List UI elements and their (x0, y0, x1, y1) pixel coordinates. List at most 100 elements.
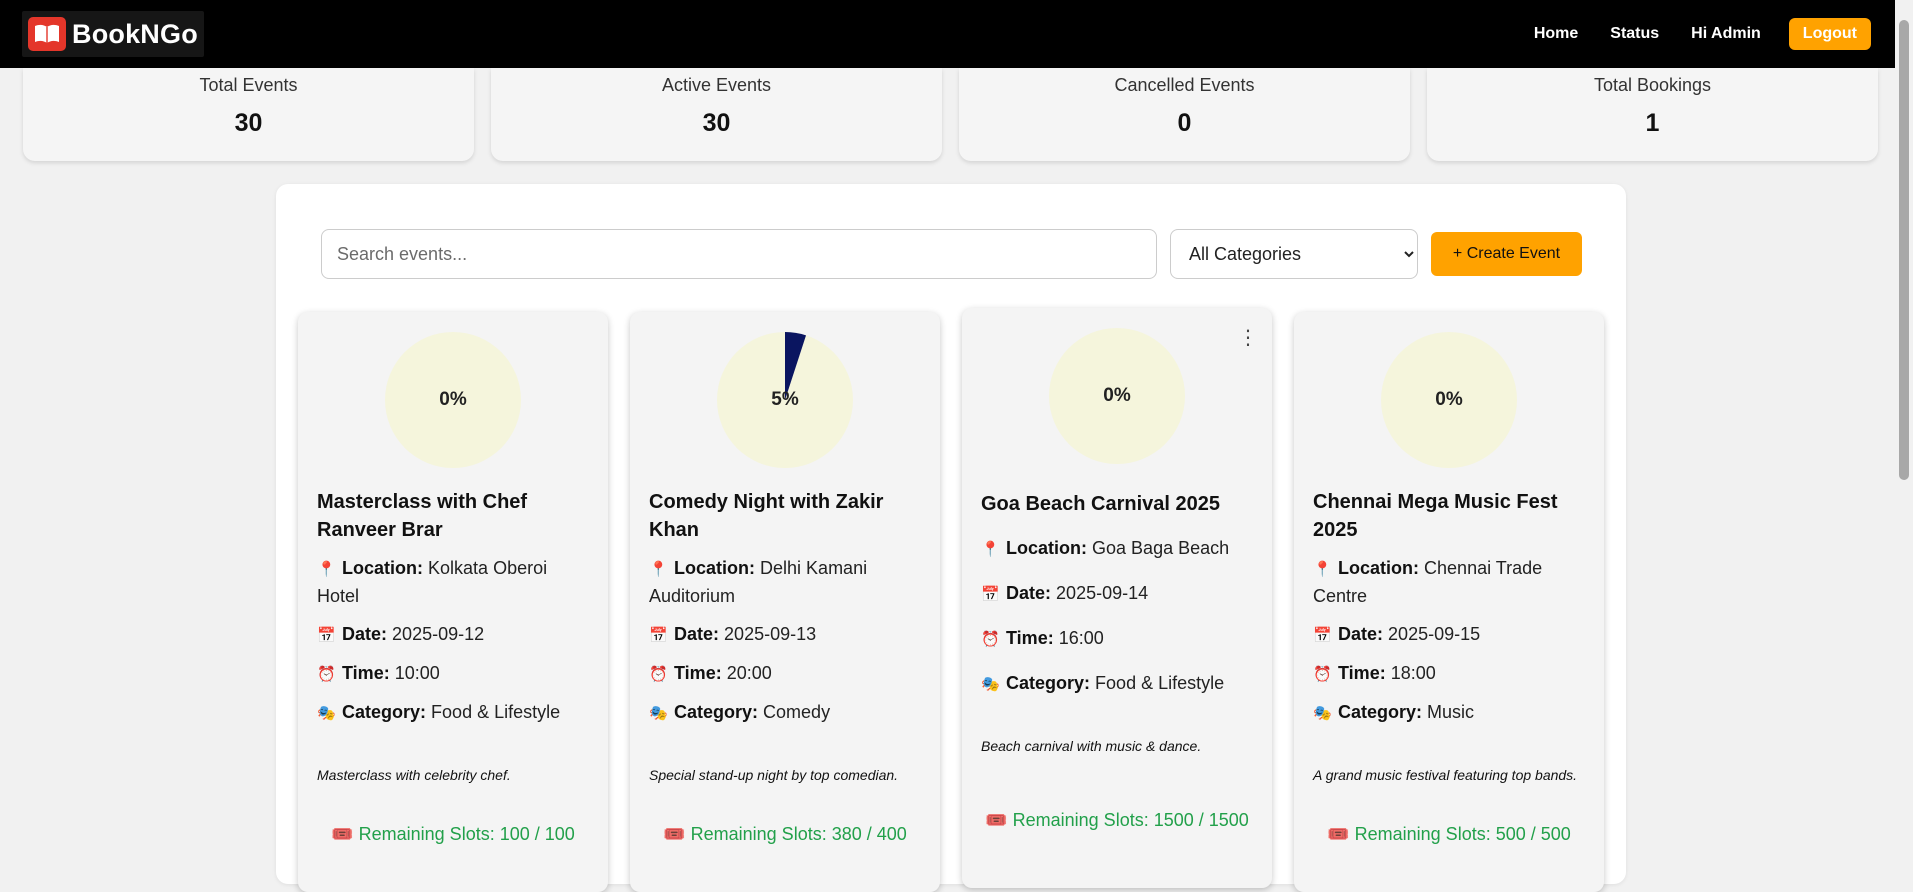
booking-pie-chart: 0% (1381, 332, 1517, 468)
location-label: Location: (674, 558, 756, 578)
open-book-icon (28, 17, 66, 51)
remaining-slots: 🎟️ Remaining Slots: 1500 / 1500 (981, 810, 1253, 831)
category-label: Category: (674, 702, 759, 722)
pie-percent: 0% (1435, 389, 1463, 410)
date-label: Date: (674, 624, 720, 644)
kebab-menu-icon[interactable]: ⋮ (1238, 328, 1258, 348)
stat-card-total-events: Total Events 30 (23, 68, 474, 161)
pie-percent: 0% (439, 389, 467, 410)
date-label: Date: (342, 624, 388, 644)
pushpin-icon: 📍 (317, 561, 336, 578)
alarm-clock-icon: ⏰ (649, 666, 668, 683)
theater-masks-icon: 🎭 (1313, 705, 1332, 722)
scrollbar-thumb[interactable] (1899, 20, 1909, 480)
category-select[interactable]: All Categories (1170, 229, 1418, 279)
stat-card-active-events: Active Events 30 (491, 68, 942, 161)
pushpin-icon: 📍 (981, 541, 1000, 558)
pie-percent: 0% (1103, 385, 1131, 406)
create-event-button[interactable]: + Create Event (1431, 232, 1582, 276)
location-label: Location: (1338, 558, 1420, 578)
calendar-icon: 📅 (981, 586, 1000, 603)
event-category: 🎭 Category: Food & Lifestyle (317, 699, 589, 727)
date-value: 2025-09-12 (392, 624, 485, 644)
stat-label: Active Events (661, 75, 772, 95)
remaining-slots: 🎟️ Remaining Slots: 500 / 500 (1313, 824, 1585, 845)
event-location: 📍 Location: Goa Baga Beach (981, 535, 1253, 563)
time-value: 10:00 (394, 663, 440, 683)
brand-logo-link[interactable]: BookNGo (22, 11, 204, 57)
event-date: 📅 Date: 2025-09-13 (649, 621, 921, 649)
category-value: Food & Lifestyle (1095, 673, 1225, 693)
brand-name: BookNGo (72, 18, 198, 49)
location-value: Goa Baga Beach (1092, 538, 1230, 558)
event-time: ⏰ Time: 10:00 (317, 660, 589, 688)
nav-home-link[interactable]: Home (1534, 25, 1578, 43)
remaining-slots: 🎟️ Remaining Slots: 100 / 100 (317, 824, 589, 845)
ticket-icon: 🎟️ (985, 810, 1008, 830)
event-date: 📅 Date: 2025-09-15 (1313, 621, 1585, 649)
event-description: A grand music festival featuring top ban… (1313, 767, 1578, 783)
event-title: Comedy Night with Zakir Khan (649, 491, 884, 541)
stat-card-total-bookings: Total Bookings 1 (1427, 68, 1878, 161)
event-description: Special stand-up night by top comedian. (649, 767, 899, 783)
logout-button[interactable]: Logout (1788, 18, 1871, 50)
stat-value: 30 (702, 109, 731, 137)
nav-user-greeting[interactable]: Hi Admin (1691, 25, 1761, 43)
slots-text: Remaining Slots: 500 / 500 (1354, 824, 1571, 844)
alarm-clock-icon: ⏰ (1313, 666, 1332, 683)
time-value: 20:00 (726, 663, 772, 683)
search-input[interactable] (321, 229, 1157, 279)
event-date: 📅 Date: 2025-09-12 (317, 621, 589, 649)
location-label: Location: (342, 558, 424, 578)
time-label: Time: (1006, 628, 1054, 648)
time-value: 18:00 (1390, 663, 1436, 683)
location-label: Location: (1006, 538, 1088, 558)
alarm-clock-icon: ⏰ (317, 666, 336, 683)
calendar-icon: 📅 (317, 627, 336, 644)
nav-status-link[interactable]: Status (1610, 25, 1659, 43)
ticket-icon: 🎟️ (331, 824, 354, 844)
remaining-slots: 🎟️ Remaining Slots: 380 / 400 (649, 824, 921, 845)
event-time: ⏰ Time: 16:00 (981, 625, 1253, 653)
theater-masks-icon: 🎭 (649, 705, 668, 722)
time-value: 16:00 (1058, 628, 1104, 648)
event-description: Beach carnival with music & dance. (981, 738, 1202, 754)
date-value: 2025-09-15 (1388, 624, 1481, 644)
category-label: Category: (1338, 702, 1423, 722)
alarm-clock-icon: ⏰ (981, 631, 1000, 648)
date-value: 2025-09-13 (724, 624, 817, 644)
stat-label: Total Events (199, 75, 298, 95)
event-time: ⏰ Time: 18:00 (1313, 660, 1585, 688)
event-card[interactable]: 0% Chennai Mega Music Fest 2025 📍 Locati… (1294, 312, 1604, 892)
ticket-icon: 🎟️ (1327, 824, 1350, 844)
slots-text: Remaining Slots: 100 / 100 (358, 824, 575, 844)
category-label: Category: (1006, 673, 1091, 693)
nav-links: Home Status Hi Admin Logout (1534, 18, 1871, 50)
pushpin-icon: 📍 (649, 561, 668, 578)
stat-value: 30 (234, 109, 263, 137)
navbar: BookNGo Home Status Hi Admin Logout (0, 0, 1895, 68)
event-location: 📍 Location: Kolkata Oberoi Hotel (317, 555, 589, 610)
event-card[interactable]: ⋮ 0% Goa Beach Carnival 2025 📍 Location:… (962, 308, 1272, 888)
slots-text: Remaining Slots: 1500 / 1500 (1012, 810, 1249, 830)
stat-label: Total Bookings (1593, 75, 1712, 95)
page-scrollbar[interactable] (1895, 0, 1913, 863)
event-title: Masterclass with Chef Ranveer Brar (317, 491, 528, 541)
booking-pie-chart: 5% (717, 332, 853, 468)
stat-card-cancelled-events: Cancelled Events 0 (959, 68, 1410, 161)
event-card[interactable]: 5% Comedy Night with Zakir Khan 📍 Locati… (630, 312, 940, 892)
time-label: Time: (1338, 663, 1386, 683)
calendar-icon: 📅 (649, 627, 668, 644)
calendar-icon: 📅 (1313, 627, 1332, 644)
event-location: 📍 Location: Delhi Kamani Auditorium (649, 555, 921, 610)
date-label: Date: (1338, 624, 1384, 644)
event-date: 📅 Date: 2025-09-14 (981, 580, 1253, 608)
pie-percent: 5% (771, 389, 799, 410)
stat-value: 1 (1645, 109, 1660, 137)
stat-label: Cancelled Events (1114, 75, 1255, 95)
event-title: Chennai Mega Music Fest 2025 (1313, 491, 1558, 541)
ticket-icon: 🎟️ (663, 824, 686, 844)
stat-value: 0 (1177, 109, 1192, 137)
pushpin-icon: 📍 (1313, 561, 1332, 578)
event-card[interactable]: 0% Masterclass with Chef Ranveer Brar 📍 … (298, 312, 608, 892)
